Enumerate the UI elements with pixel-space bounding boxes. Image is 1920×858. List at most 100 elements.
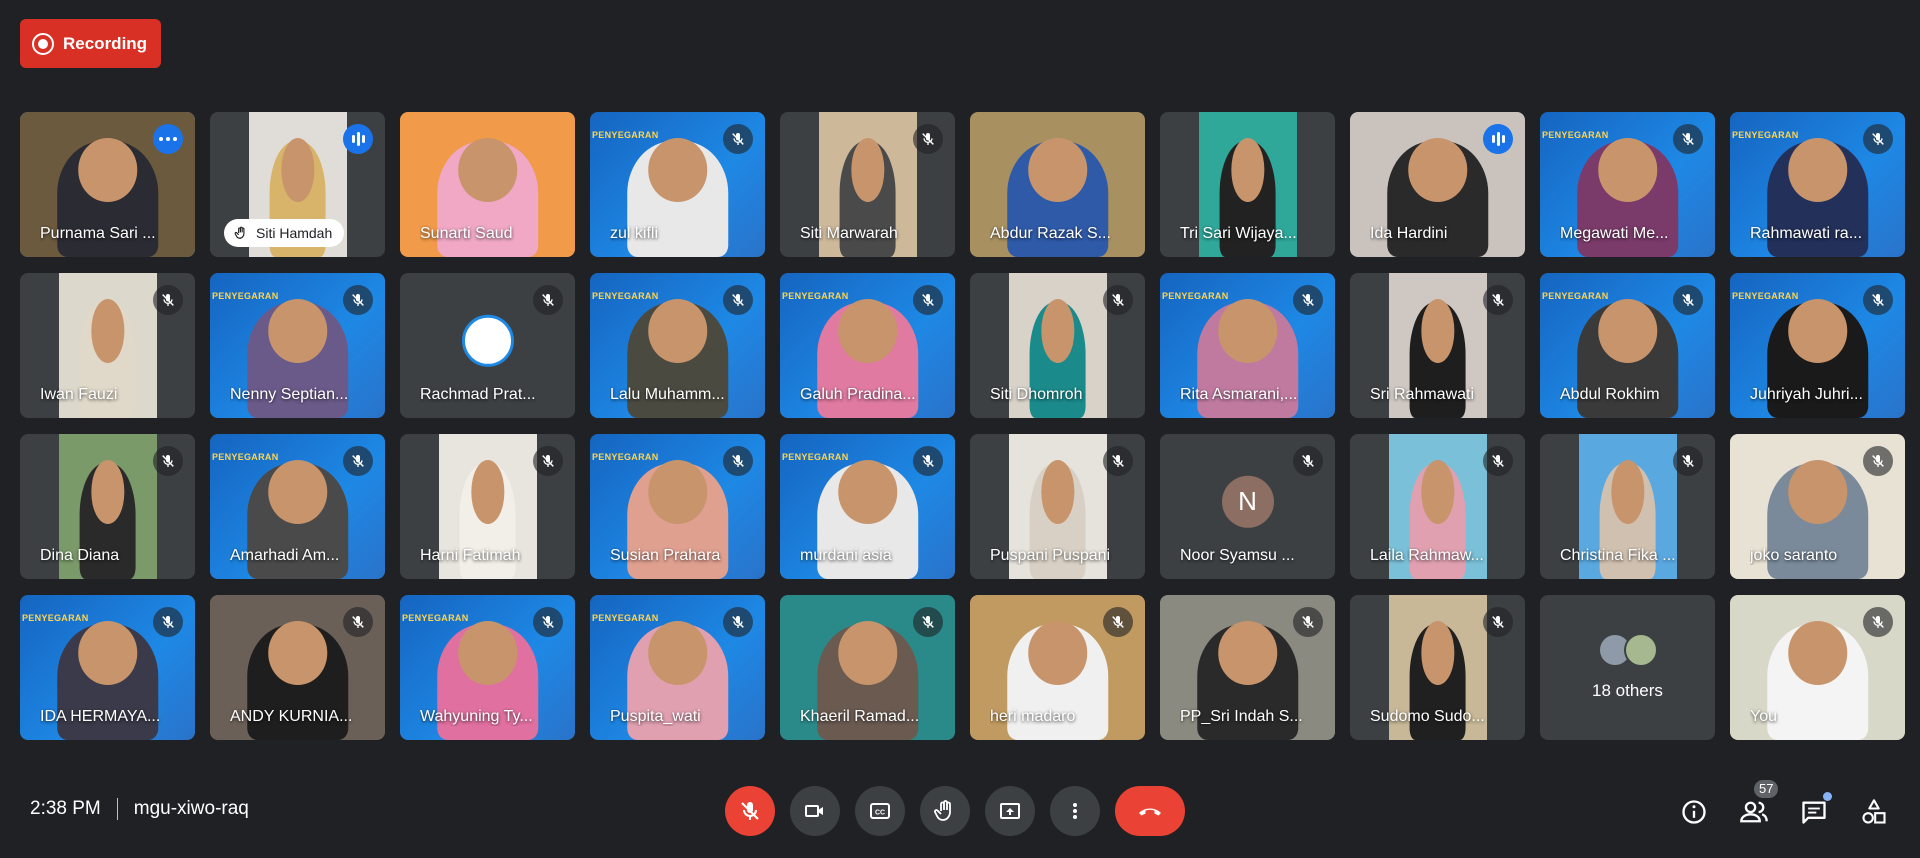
recording-badge[interactable]: Recording [20,19,161,68]
mic-off-button[interactable] [725,786,775,836]
participant-tile[interactable]: N Noor Syamsu ... [1160,434,1335,579]
muted-mic-icon [1863,124,1893,154]
meeting-details-button[interactable] [1678,796,1710,828]
participant-name: Rahmawati ra... [1750,225,1863,242]
participant-tile[interactable]: Puspani Puspani [970,434,1145,579]
participant-name: Purnama Sari ... [40,225,156,242]
end-call-icon [1139,808,1161,816]
leave-call-button[interactable] [1115,786,1185,836]
participant-face [1040,299,1075,363]
participant-tile[interactable]: Susian Prahara [590,434,765,579]
participant-face [1040,460,1075,524]
camera-icon [805,805,823,817]
others-label: 18 others [1592,681,1663,700]
participant-tile[interactable]: ANDY KURNIA... [210,595,385,740]
captions-button[interactable]: CC [855,786,905,836]
muted-mic-icon [343,285,373,315]
participant-tile[interactable]: Rachmad Prat... [400,273,575,418]
muted-mic-icon [1673,124,1703,154]
participant-tile[interactable]: Christina Fika ... [1540,434,1715,579]
participant-face [850,138,885,202]
others-avatars [1597,633,1658,667]
participant-tile[interactable]: Siti Marwarah [780,112,955,257]
participant-tile[interactable]: Rahmawati ra... [1730,112,1905,257]
participant-face [1420,621,1455,685]
participant-tile[interactable]: Tri Sari Wijaya... [1160,112,1335,257]
speaking-indicator-icon [1483,124,1513,154]
participant-tile[interactable]: Puspita_wati [590,595,765,740]
participant-tile[interactable]: murdani asia [780,434,955,579]
participant-name: Rita Asmarani,... [1180,386,1298,403]
participant-name: IDA HERMAYA... [40,708,161,725]
participant-tile[interactable]: Harni Fatimah [400,434,575,579]
participant-tile[interactable]: Abdur Razak S... [970,112,1145,257]
participant-name: Harni Fatimah [420,547,521,564]
participant-name: Tri Sari Wijaya... [1180,225,1297,242]
people-button[interactable]: 57 [1738,780,1779,828]
muted-mic-icon [913,124,943,154]
participant-tile[interactable]: Nenny Septian... [210,273,385,418]
present-button[interactable] [985,786,1035,836]
participant-tile[interactable]: Iwan Fauzi [20,273,195,418]
participant-tile[interactable]: Dina Diana [20,434,195,579]
participant-tile[interactable]: Megawati Me... [1540,112,1715,257]
participant-tile[interactable]: Juhriyah Juhri... [1730,273,1905,418]
participant-name: Christina Fika ... [1560,547,1676,564]
others-tile[interactable]: 18 others [1540,595,1715,740]
participant-name: Abdur Razak S... [990,225,1111,242]
more-options-button[interactable] [1050,786,1100,836]
participant-face [77,621,138,685]
participant-tile[interactable]: Sunarti Saud [400,112,575,257]
participant-face [267,460,328,524]
chat-button[interactable] [1798,792,1832,828]
participant-tile[interactable]: Wahyuning Ty... [400,595,575,740]
participant-name: Khaeril Ramad... [800,708,920,725]
participant-face [280,138,315,202]
participant-tile[interactable]: Amarhadi Am... [210,434,385,579]
participant-tile[interactable]: Ida Hardini [1350,112,1525,257]
activities-button[interactable] [1858,796,1890,828]
participant-tile[interactable]: Purnama Sari ... [20,112,195,257]
camera-button[interactable] [790,786,840,836]
participant-tile[interactable]: Khaeril Ramad... [780,595,955,740]
participant-tile[interactable]: PP_Sri Indah S... [1160,595,1335,740]
participant-tile[interactable]: joko saranto [1730,434,1905,579]
participant-face [1027,138,1088,202]
participant-tile[interactable]: Sudomo Sudo... [1350,595,1525,740]
participant-tile[interactable]: zul kifli [590,112,765,257]
participant-grid: Purnama Sari ... Siti Hamdah Sunarti Saud z… [20,112,1905,740]
info-icon [1682,800,1706,824]
participant-name: Galuh Pradina... [800,386,916,403]
participant-tile[interactable]: Siti Hamdah [210,112,385,257]
meeting-info: 2:38 PM mgu-xiwo-raq [30,798,249,820]
participant-name: Laila Rahmaw... [1370,547,1484,564]
avatar: N [1221,475,1274,528]
participant-tile[interactable]: Sri Rahmawati [1350,273,1525,418]
muted-mic-icon [153,285,183,315]
muted-mic-icon [1673,285,1703,315]
muted-mic-icon [1293,446,1323,476]
muted-mic-icon [913,446,943,476]
participant-name: You [1750,708,1777,725]
avatar [461,314,514,367]
participant-tile[interactable]: Galuh Pradina... [780,273,955,418]
participant-tile[interactable]: You [1730,595,1905,740]
participant-name: Iwan Fauzi [40,386,118,403]
participant-name: zul kifli [610,225,659,242]
raise-hand-button[interactable] [920,786,970,836]
muted-mic-icon [1483,446,1513,476]
participant-face [77,138,138,202]
participant-name: Megawati Me... [1560,225,1669,242]
participant-tile[interactable]: Laila Rahmaw... [1350,434,1525,579]
participant-tile[interactable]: heri madaro [970,595,1145,740]
tile-options-icon[interactable] [153,124,183,154]
participant-tile[interactable]: Lalu Muhamm... [590,273,765,418]
muted-mic-icon [1103,285,1133,315]
participant-face [267,621,328,685]
participant-tile[interactable]: Siti Dhomroh [970,273,1145,418]
meeting-code[interactable]: mgu-xiwo-raq [134,798,249,820]
participant-tile[interactable]: Rita Asmarani,... [1160,273,1335,418]
participant-tile[interactable]: Abdul Rokhim [1540,273,1715,418]
cc-icon: CC [870,803,890,819]
participant-tile[interactable]: IDA HERMAYA... [20,595,195,740]
